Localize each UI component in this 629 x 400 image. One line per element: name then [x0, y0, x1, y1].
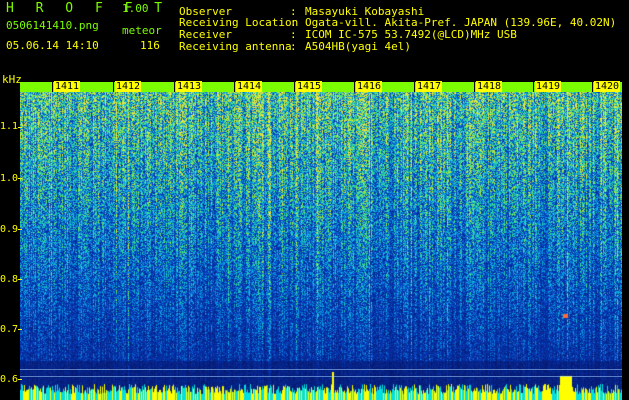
- y-tick-label: 0.8: [0, 274, 19, 285]
- y-tick-label: 1.1: [0, 121, 19, 132]
- reference-line: [20, 376, 622, 377]
- info-separator: :: [290, 40, 297, 53]
- detection-mode: meteor: [122, 24, 162, 37]
- x-tick-label: 1412: [115, 81, 142, 92]
- x-tick: [533, 82, 534, 92]
- x-tick-label: 1420: [594, 81, 621, 92]
- x-tick-label: 1415: [296, 81, 323, 92]
- y-tick: [18, 379, 22, 380]
- x-tick: [113, 82, 114, 92]
- y-tick-label: 1.0: [0, 173, 19, 184]
- x-tick: [354, 82, 355, 92]
- y-tick: [18, 279, 22, 280]
- y-axis-unit: kHz: [2, 73, 22, 86]
- meteor-count: 116: [140, 39, 160, 52]
- x-tick: [474, 82, 475, 92]
- x-tick-label: 1411: [54, 81, 81, 92]
- y-tick-label: 0.7: [0, 324, 19, 335]
- info-key-antenna: Receiving antenna: [179, 40, 292, 53]
- x-tick-label: 1416: [356, 81, 383, 92]
- reference-line: [20, 369, 622, 370]
- x-tick-label: 1413: [176, 81, 203, 92]
- info-value-antenna: A504HB(yagi 4el): [305, 40, 411, 53]
- x-tick: [592, 82, 593, 92]
- x-tick: [234, 82, 235, 92]
- app-version: 1.00: [122, 2, 149, 15]
- x-tick-label: 1419: [535, 81, 562, 92]
- spectrogram-canvas: [20, 82, 622, 400]
- y-tick: [18, 178, 22, 179]
- y-tick: [18, 329, 22, 330]
- x-tick-label: 1414: [236, 81, 263, 92]
- x-tick-label: 1418: [476, 81, 503, 92]
- spectrogram: [20, 82, 622, 400]
- x-tick: [294, 82, 295, 92]
- x-tick-label: 1417: [416, 81, 443, 92]
- image-filename: 0506141410.png: [6, 19, 99, 32]
- y-tick: [18, 229, 22, 230]
- y-tick-label: 0.9: [0, 224, 19, 235]
- x-tick: [414, 82, 415, 92]
- x-tick: [52, 82, 53, 92]
- hrofft-window: H R O F F T 1.00 0506141410.png meteor 0…: [0, 0, 629, 400]
- x-tick: [174, 82, 175, 92]
- observation-timestamp: 05.06.14 14:10: [6, 39, 99, 52]
- y-tick-label: 0.6: [0, 374, 19, 385]
- y-tick: [18, 127, 22, 128]
